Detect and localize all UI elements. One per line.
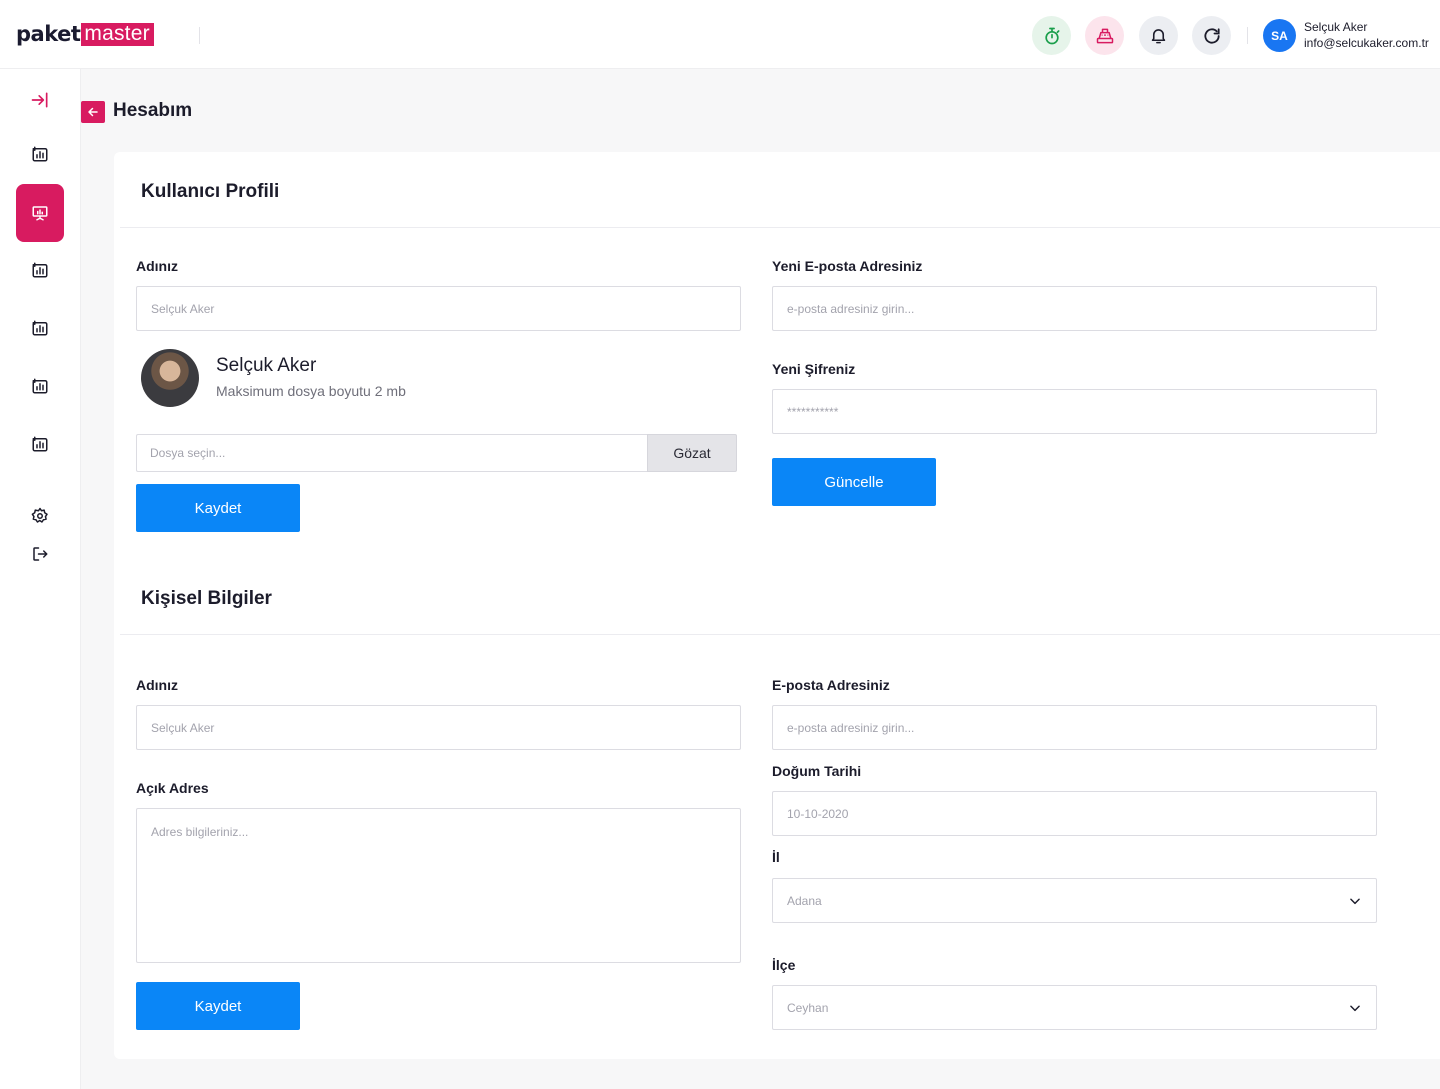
chart-icon xyxy=(32,146,48,162)
new-email-input[interactable] xyxy=(772,286,1377,331)
personal-name-label: Adınız xyxy=(136,677,178,693)
profile-photo-name: Selçuk Aker xyxy=(216,355,317,376)
page-title: Hesabım xyxy=(113,100,193,121)
notifications-button[interactable] xyxy=(1139,16,1178,55)
logout-icon xyxy=(33,547,48,561)
back-button[interactable] xyxy=(81,101,105,123)
address-textarea[interactable] xyxy=(136,808,741,963)
chart-icon xyxy=(32,262,48,278)
refresh-button[interactable] xyxy=(1192,16,1231,55)
browse-button[interactable]: Gözat xyxy=(647,434,737,472)
logo-text-paket: paket xyxy=(16,22,81,46)
section-divider xyxy=(120,634,1440,635)
birth-date-input[interactable] xyxy=(772,791,1377,836)
sidebar-item-chart-1[interactable] xyxy=(16,136,64,172)
city-select[interactable]: Adana xyxy=(772,878,1377,923)
name-label: Adınız xyxy=(136,258,178,274)
district-select[interactable]: Ceyhan xyxy=(772,985,1377,1030)
user-email: info@selcukaker.com.tr xyxy=(1304,36,1429,50)
timer-button[interactable] xyxy=(1032,16,1071,55)
file-select-input[interactable]: Dosya seçin... xyxy=(136,434,648,472)
expand-sidebar-icon xyxy=(31,92,48,108)
city-select-value: Adana xyxy=(787,893,822,908)
section-title-profile: Kullanıcı Profili xyxy=(141,181,280,202)
sidebar-item-logout[interactable] xyxy=(16,536,64,572)
settings-icon xyxy=(31,507,48,523)
chart-icon xyxy=(32,436,48,452)
chevron-down-icon xyxy=(1350,1005,1360,1011)
update-button[interactable]: Güncelle xyxy=(772,458,936,506)
header-divider xyxy=(199,27,200,44)
logo-text-master: master xyxy=(81,22,154,46)
sidebar-item-chart-5[interactable] xyxy=(16,426,64,462)
new-password-input[interactable] xyxy=(772,389,1377,434)
chevron-down-icon xyxy=(1350,898,1360,904)
sidebar-item-chart-3[interactable] xyxy=(16,310,64,346)
sidebar-item-presentation[interactable] xyxy=(16,184,64,242)
app-logo[interactable]: paket master xyxy=(16,22,154,46)
bell-icon xyxy=(1151,29,1166,44)
sidebar-item-chart-2[interactable] xyxy=(16,252,64,288)
refresh-icon xyxy=(1203,27,1220,44)
new-email-label: Yeni E-posta Adresiniz xyxy=(772,258,923,274)
sidebar xyxy=(0,69,81,1089)
file-size-hint: Maksimum dosya boyutu 2 mb xyxy=(216,383,406,399)
city-label: İl xyxy=(772,849,780,865)
district-select-value: Ceyhan xyxy=(787,1000,829,1015)
user-name[interactable]: Selçuk Aker xyxy=(1304,20,1367,34)
user-avatar[interactable]: SA xyxy=(1263,19,1296,52)
sidebar-item-chart-4[interactable] xyxy=(16,368,64,404)
stopwatch-icon xyxy=(1044,27,1059,44)
email-label: E-posta Adresiniz xyxy=(772,677,890,693)
presentation-icon xyxy=(32,206,48,221)
save-personal-button[interactable]: Kaydet xyxy=(136,982,300,1030)
profile-photo[interactable] xyxy=(141,349,199,407)
arrow-left-icon xyxy=(88,107,98,117)
save-profile-button[interactable]: Kaydet xyxy=(136,484,300,532)
cash-register-icon xyxy=(1096,28,1113,43)
cash-register-button[interactable] xyxy=(1085,16,1124,55)
address-label: Açık Adres xyxy=(136,780,209,796)
profile-name-input[interactable] xyxy=(136,286,741,331)
chart-icon xyxy=(32,378,48,394)
personal-name-input[interactable] xyxy=(136,705,741,750)
section-divider xyxy=(120,227,1440,228)
district-label: İlçe xyxy=(772,957,796,973)
sidebar-toggle[interactable] xyxy=(16,82,64,118)
birth-date-label: Doğum Tarihi xyxy=(772,763,862,779)
chart-icon xyxy=(32,320,48,336)
header-divider xyxy=(1247,27,1248,44)
email-input[interactable] xyxy=(772,705,1377,750)
new-password-label: Yeni Şifreniz xyxy=(772,361,856,377)
section-title-personal: Kişisel Bilgiler xyxy=(141,588,272,609)
sidebar-item-settings[interactable] xyxy=(16,498,64,534)
account-card: Kullanıcı Profili Adınız Selçuk Aker Mak… xyxy=(114,152,1440,1059)
top-header: paket master SA Selçuk Aker info@selcuka… xyxy=(0,0,1440,69)
